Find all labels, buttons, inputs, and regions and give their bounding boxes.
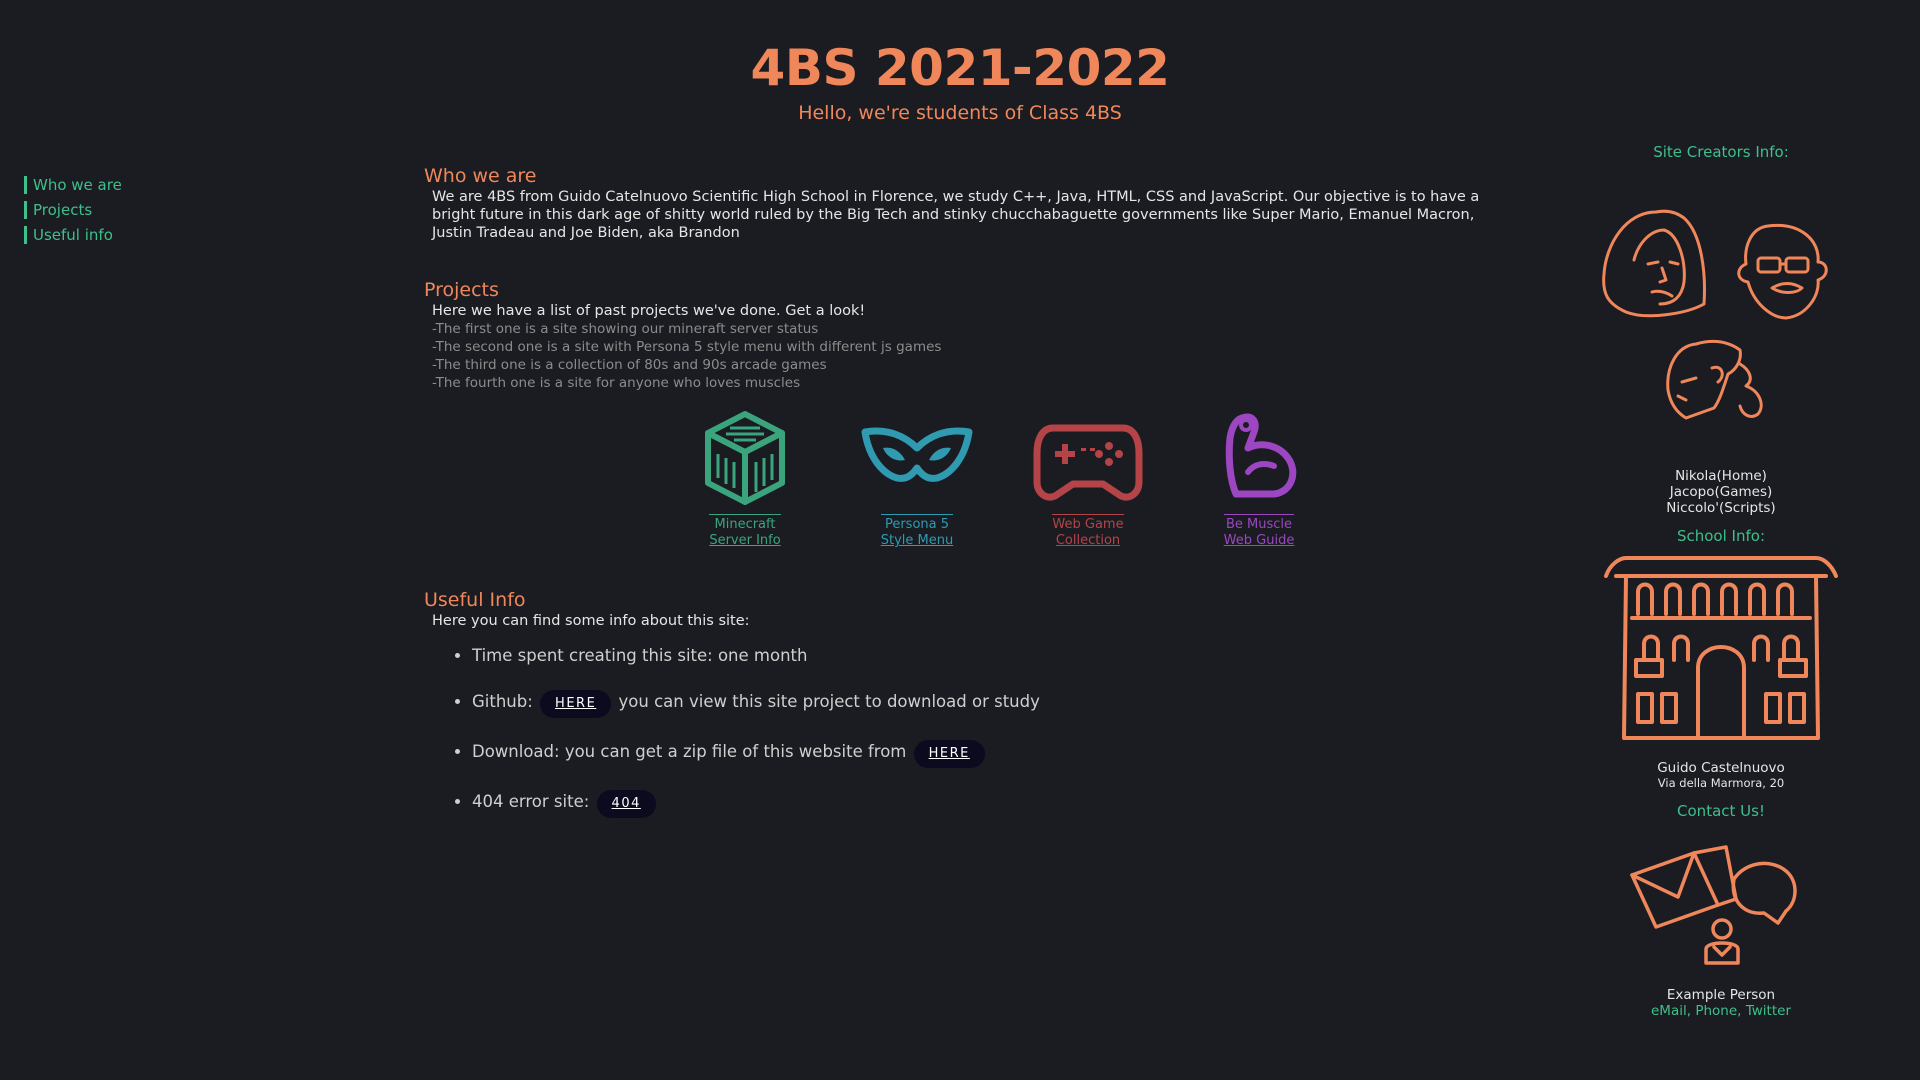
creator-name: Niccolo'(Scripts): [1666, 500, 1776, 516]
github-here-button[interactable]: HERE: [540, 690, 612, 718]
minecraft-block-icon: [705, 411, 785, 505]
contact-illustration: [1630, 845, 1797, 965]
contact-name: Example Person: [1666, 987, 1776, 1003]
project-card-minecraft[interactable]: Minecraft Server Info: [685, 408, 805, 549]
project-line: -The fourth one is a site for anyone who…: [432, 375, 801, 391]
projects-intro: Here we have a list of past projects we'…: [432, 303, 866, 319]
download-label: Download: you can get a zip file of this…: [472, 742, 907, 761]
project-link-muscle[interactable]: Be Muscle Web Guide: [1223, 514, 1295, 549]
useful-info-heading: Useful Info: [424, 589, 526, 611]
creators-title: Site Creators Info:: [1653, 143, 1789, 161]
project-card-games[interactable]: Web Game Collection: [1028, 408, 1148, 549]
school-title: School Info:: [1676, 527, 1765, 545]
useful-info-intro: Here you can find some info about this s…: [432, 613, 750, 629]
project-label-line2: Style Menu: [880, 533, 954, 548]
who-we-are-heading: Who we are: [424, 165, 537, 187]
project-label-line2: Web Guide: [1223, 533, 1295, 548]
school-building-icon: [1604, 556, 1838, 740]
nav-item-useful-info[interactable]: Useful info: [24, 226, 122, 244]
page-header: 4BS 2021-2022 Hello, we're students of C…: [0, 36, 1920, 126]
creator-name: Jacopo(Games): [1669, 484, 1773, 500]
projects-heading: Projects: [424, 279, 499, 301]
project-label-line2: Server Info: [709, 533, 781, 548]
side-nav: Who we are Projects Useful info: [24, 176, 122, 251]
time-spent-text: Time spent creating this site: one month: [472, 646, 808, 665]
mask-icon: [861, 427, 973, 482]
phone-link[interactable]: Phone: [1695, 1003, 1737, 1019]
page-subtitle: Hello, we're students of Class 4BS: [798, 102, 1122, 124]
email-link[interactable]: eMail: [1651, 1003, 1687, 1019]
list-item: Download: you can get a zip file of this…: [472, 740, 1504, 768]
project-line: -The third one is a collection of 80s an…: [432, 357, 827, 373]
project-card-persona[interactable]: Persona 5 Style Menu: [857, 408, 977, 549]
download-here-button[interactable]: HERE: [913, 740, 985, 768]
list-item: Github: HERE you can view this site proj…: [472, 690, 1504, 718]
school-name: Guido Castelnuovo: [1657, 760, 1785, 776]
who-we-are-text: We are 4BS from Guido Catelnuovo Scienti…: [432, 189, 1480, 241]
useful-info-list: Time spent creating this site: one month…: [424, 644, 1504, 818]
who-we-are-section: Who we are We are 4BS from Guido Catelnu…: [424, 164, 1504, 242]
project-link-persona[interactable]: Persona 5 Style Menu: [880, 514, 954, 549]
list-item: 404 error site: 404: [472, 790, 1504, 818]
error-404-button[interactable]: 404: [596, 790, 656, 818]
main-content: Who we are We are 4BS from Guido Catelnu…: [424, 164, 1504, 840]
project-card-muscle[interactable]: Be Muscle Web Guide: [1199, 408, 1319, 549]
error-site-label: 404 error site:: [472, 792, 590, 811]
project-line: -The first one is a site showing our min…: [432, 321, 819, 337]
project-label-line1: Persona 5: [884, 517, 950, 532]
project-line: -The second one is a site with Persona 5…: [432, 339, 942, 355]
useful-info-section: Useful Info Here you can find some info …: [424, 588, 1504, 818]
project-label-line2: Collection: [1055, 533, 1121, 548]
page-title: 4BS 2021-2022: [750, 39, 1170, 97]
contact-links: eMail, Phone, Twitter: [1651, 1003, 1791, 1019]
right-sidebar: Site Creators Info: Nikola(Home) Jacopo(…: [1586, 140, 1856, 1019]
projects-cards: Minecraft Server Info Persona 5 Style Me…: [424, 408, 1504, 568]
creators-faces-illustration: [1602, 209, 1828, 420]
list-item: Time spent creating this site: one month: [472, 644, 1504, 668]
project-label-line1: Be Muscle: [1225, 517, 1293, 532]
twitter-link[interactable]: Twitter: [1746, 1003, 1791, 1019]
project-label-line1: Minecraft: [714, 517, 776, 532]
github-label: Github:: [472, 692, 533, 711]
nav-item-who-we-are[interactable]: Who we are: [24, 176, 122, 194]
project-label-line1: Web Game: [1052, 517, 1124, 532]
muscle-icon: [1225, 413, 1297, 498]
project-link-games[interactable]: Web Game Collection: [1052, 514, 1124, 549]
creator-name: Nikola(Home): [1675, 468, 1767, 484]
contact-title: Contact Us!: [1677, 802, 1765, 820]
gamepad-icon: [1033, 424, 1143, 501]
project-link-minecraft[interactable]: Minecraft Server Info: [709, 514, 781, 549]
projects-section: Projects Here we have a list of past pro…: [424, 278, 1504, 568]
school-address: Via della Marmora, 20: [1657, 776, 1785, 790]
github-description: you can view this site project to downlo…: [618, 692, 1040, 711]
nav-item-projects[interactable]: Projects: [24, 201, 122, 219]
